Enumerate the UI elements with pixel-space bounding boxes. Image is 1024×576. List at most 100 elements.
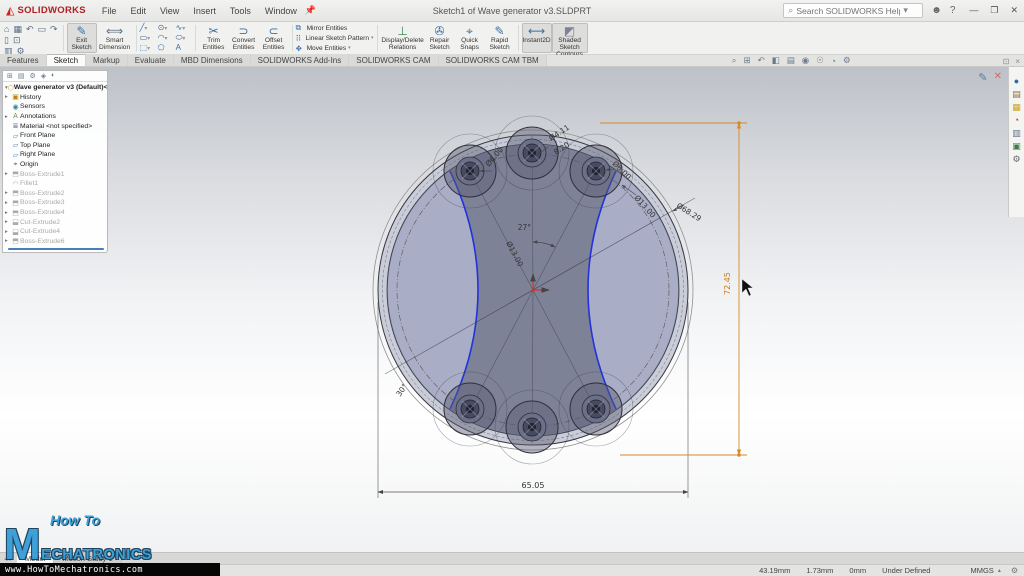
rectangle-tool[interactable]: ▭▾ [140,33,156,43]
tree-item[interactable]: ▸ ▱ Top Plane [5,141,107,151]
dimension-outer-diameter[interactable]: Ø68.29 [675,201,703,223]
command-tab[interactable]: Features [0,54,47,66]
offset-entities-button[interactable]: ⊂ Offset Entities [259,23,289,53]
headsup-icon[interactable]: ◉ [802,55,809,66]
confirm-exit-sketch-icon[interactable]: ✎ [978,71,987,84]
command-tab[interactable]: Markup [86,54,128,66]
shaded-sketch-contours-button[interactable]: ◩ Shaded Sketch Contours [552,23,588,53]
command-tab[interactable]: Sketch [47,54,86,66]
arc-tool[interactable]: ◠▾ [158,33,174,43]
ellipse-tool[interactable]: ⬭▾ [176,33,192,43]
qat-button[interactable]: ⌂ [4,24,9,35]
polygon-tool[interactable]: ⬠ [158,43,174,53]
tree-item[interactable]: ▸ ⌖ Origin [5,160,107,170]
dimension-height[interactable]: 72.45 [723,272,732,295]
window-control-button[interactable]: ✕ [1010,5,1018,16]
qat-button[interactable]: ↷ [50,24,58,35]
instant2d-button[interactable]: ⟷ Instant2D [522,23,552,53]
units-selector[interactable]: MMGS▴ [970,566,1000,575]
tab-scroll-left-icon[interactable]: ◂ [4,555,8,563]
text-tool[interactable]: A [176,43,192,53]
dropdown-icon[interactable]: ▾ [371,35,374,41]
circle-tool[interactable]: ⊙▾ [158,23,174,33]
sketch-canvas[interactable]: 27° Ø4.11 8.20 Ø6.00 Ø13.00 Ø6.00 Ø13.00… [0,67,1024,552]
status-options-icon[interactable]: ⚙ [1011,566,1018,575]
tree-item[interactable]: ▸ ⬒ Boss-Extrude4 [5,208,107,218]
headsup-icon[interactable]: ⊞ [743,55,750,66]
feature-manager-tab-icon[interactable]: ◈ [41,72,46,80]
tree-item[interactable]: ▸ ⬓ Cut-Extrude4 [5,227,107,237]
linear-sketch-pattern-button[interactable]: ⠿ Linear Sketch Pattern ▾ [296,34,374,43]
command-tab[interactable]: Evaluate [128,54,174,66]
spline-tool[interactable]: ∿▾ [176,23,192,33]
dropdown-icon[interactable]: ▾ [348,45,351,51]
tree-item[interactable]: ▸ ▣ History [5,93,107,103]
tab-scroll-right-icon[interactable]: ▸ [10,555,14,563]
rapid-sketch-button[interactable]: ✎ Rapid Sketch [485,23,515,53]
tree-item[interactable]: ▸ ▱ Front Plane [5,131,107,141]
tree-item[interactable]: ▸ ⬒ Boss-Extrude6 [5,237,107,247]
graphics-area[interactable]: 27° Ø4.11 8.20 Ø6.00 Ø13.00 Ø6.00 Ø13.00… [0,67,1024,552]
repair-sketch-button[interactable]: ✇ Repair Sketch [425,23,455,53]
smart-dimension-button[interactable]: ⟺ Smart Dimension [97,23,133,53]
headsup-icon[interactable]: ↶ [758,55,765,66]
feature-manager-tab-icon[interactable]: ◐ [51,72,55,80]
feature-manager-tab-icon[interactable]: ⚙ [30,72,36,80]
command-tab[interactable]: SOLIDWORKS CAM TBM [439,54,547,66]
tree-item[interactable]: ▸ ▱ Right Plane [5,150,107,160]
tree-item[interactable]: ▸ ⬒ Boss-Extrude2 [5,189,107,199]
headsup-icon[interactable]: ☉ [816,55,824,66]
quick-snaps-button[interactable]: ⌖ Quick Snaps [455,23,485,53]
headsup-icon[interactable]: ⚙ [843,55,851,66]
convert-entities-button[interactable]: ⊃ Convert Entities [229,23,259,53]
tree-item[interactable]: ▸ ≣ Material <not specified> [5,121,107,131]
collapse-taskpane-icon[interactable]: ⊡ [1003,57,1010,66]
menu-item[interactable]: Insert [187,4,222,18]
tree-item[interactable]: ▸ ⬒ Boss-Extrude3 [5,198,107,208]
qat-button[interactable]: ▯ [4,35,9,46]
command-tab[interactable]: MBD Dimensions [174,54,251,66]
exit-sketch-button[interactable]: ✎ Exit Sketch [67,23,97,53]
dimension-width[interactable]: 65.05 [522,481,545,490]
tree-root-item[interactable]: ▾ ⬡ Wave generator v3 (Default)<<Defaul [5,83,107,93]
window-control-button[interactable]: — [969,5,978,16]
menu-item[interactable]: File [96,4,123,18]
window-control-button[interactable]: ❐ [990,5,998,16]
close-taskpane-icon[interactable]: × [1015,57,1020,66]
task-pane-icon[interactable]: ⚙ [1012,155,1020,164]
task-pane-icon[interactable]: ▥ [1012,129,1021,138]
qat-button[interactable]: ▦ [13,24,22,35]
task-pane-icon[interactable]: ▤ [1012,90,1021,99]
mirror-entities-button[interactable]: ⧉ Mirror Entities [296,24,374,33]
user-account-icon[interactable]: ☻ [931,5,942,16]
task-pane-icon[interactable]: ● [1014,77,1019,86]
task-pane-icon[interactable]: ▦ [1012,103,1021,112]
pin-menu-icon[interactable]: 📌 [305,5,316,16]
menu-item[interactable]: Edit [124,4,152,18]
help-search[interactable]: ⌕ ▾ [783,3,923,18]
qat-button[interactable]: ▭ [38,24,47,35]
tree-item[interactable]: ▸ ⬓ Cut-Extrude2 [5,217,107,227]
feature-manager-tab-icon[interactable]: ▤ [18,72,25,80]
search-dropdown-icon[interactable]: ▾ [903,5,908,16]
headsup-icon[interactable]: ▤ [787,55,795,66]
menu-item[interactable]: View [154,4,185,18]
display-delete-relations-button[interactable]: ⊥ Display/Delete Relations [381,23,425,53]
headsup-icon[interactable]: ◔ [831,56,836,66]
help-icon[interactable]: ? [950,5,956,16]
dimension-angle[interactable]: 27° [518,223,532,232]
tree-item[interactable]: ▸ ⬒ Boss-Extrude1 [5,169,107,179]
headsup-icon[interactable]: ◧ [772,55,780,66]
tree-item[interactable]: ▸ A Annotations [5,112,107,122]
confirm-cancel-icon[interactable]: ✕ [994,71,1002,84]
headsup-icon[interactable]: ⌕ [732,55,737,66]
slot-tool[interactable]: ⬚▾ [140,43,156,53]
menu-item[interactable]: Window [259,4,303,18]
feature-manager-tab-icon[interactable]: ⊞ [7,72,13,80]
wave-generator-sketch[interactable] [373,116,695,464]
tree-item[interactable]: ▸ ◉ Sensors [5,102,107,112]
rollback-bar[interactable] [8,248,104,250]
task-pane-icon[interactable]: ▣ [1012,142,1021,151]
move-entities-button[interactable]: ✥ Move Entities ▾ [296,44,374,53]
search-input[interactable] [796,6,900,16]
